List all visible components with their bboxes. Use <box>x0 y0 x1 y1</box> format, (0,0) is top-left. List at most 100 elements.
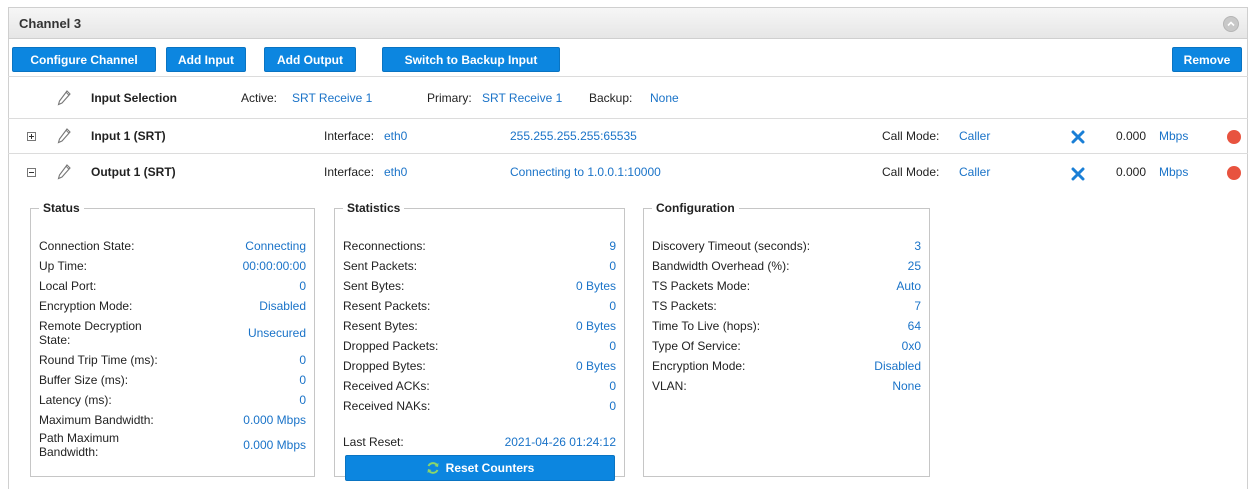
output-rate: 0.000 <box>1116 165 1147 179</box>
statistics-key: Sent Bytes: <box>343 279 405 293</box>
add-output-button[interactable]: Add Output <box>264 47 356 72</box>
output-interface-label: Interface: <box>324 165 375 179</box>
status-dot-icon <box>1227 130 1241 144</box>
output-interface-value[interactable]: eth0 <box>384 165 407 179</box>
configuration-legend: Configuration <box>656 201 735 215</box>
input-address[interactable]: 255.255.255.255:65535 <box>510 129 637 143</box>
x-icon[interactable] <box>1071 167 1085 181</box>
status-legend: Status <box>43 201 80 215</box>
status-value: Connecting <box>245 239 306 253</box>
configuration-value: Disabled <box>874 359 921 373</box>
backup-value[interactable]: None <box>650 91 679 105</box>
input-call-mode-label: Call Mode: <box>882 129 940 143</box>
remove-channel-button[interactable]: Remove <box>1172 47 1242 72</box>
configuration-key: Discovery Timeout (seconds): <box>652 239 811 253</box>
statistics-key: Dropped Bytes: <box>343 359 426 373</box>
output-name: Output 1 (SRT) <box>91 165 176 179</box>
configuration-value: 7 <box>914 299 921 313</box>
x-icon[interactable] <box>1071 130 1085 144</box>
statistics-key: Dropped Packets: <box>343 339 439 353</box>
configuration-key: Type Of Service: <box>652 339 741 353</box>
refresh-icon <box>427 462 439 474</box>
plus-box-icon[interactable] <box>27 132 36 141</box>
channel-header: Channel 3 <box>8 7 1248 39</box>
pencil-icon[interactable] <box>57 90 71 106</box>
configuration-group: Configuration Discovery Timeout (seconds… <box>643 201 930 477</box>
status-value: 00:00:00:00 <box>242 259 306 273</box>
statistics-key: Received NAKs: <box>343 399 431 413</box>
status-value: Disabled <box>259 299 306 313</box>
input-rate: 0.000 <box>1116 129 1147 143</box>
output-call-mode-value[interactable]: Caller <box>959 165 990 179</box>
input-row: Input 1 (SRT) Interface: eth0 255.255.25… <box>8 119 1248 154</box>
add-input-button[interactable]: Add Input <box>166 47 246 72</box>
input-call-mode-value[interactable]: Caller <box>959 129 990 143</box>
configuration-value: None <box>892 379 921 393</box>
statistics-key: Resent Packets: <box>343 299 431 313</box>
statistics-value: 0 Bytes <box>575 319 616 333</box>
statistics-key: Sent Packets: <box>343 259 418 273</box>
reset-counters-label: Reset Counters <box>445 461 535 475</box>
statistics-value: 0 <box>609 399 616 413</box>
status-key: Path Maximum Bandwidth: <box>39 431 120 459</box>
statistics-value: 0 <box>609 299 616 313</box>
configuration-key: Encryption Mode: <box>652 359 746 373</box>
primary-value[interactable]: SRT Receive 1 <box>482 91 562 105</box>
input-interface-label: Interface: <box>324 129 375 143</box>
configuration-value: 3 <box>914 239 921 253</box>
chevron-up-icon[interactable] <box>1223 16 1239 32</box>
statistics-value: 0 Bytes <box>575 279 616 293</box>
statistics-legend: Statistics <box>347 201 401 215</box>
configuration-key: TS Packets Mode: <box>652 279 751 293</box>
output-row: Output 1 (SRT) Interface: eth0 Connectin… <box>8 154 1248 191</box>
input-selection-row: Input Selection Active: SRT Receive 1 Pr… <box>8 77 1248 119</box>
switch-backup-input-button[interactable]: Switch to Backup Input <box>382 47 560 72</box>
status-key: Maximum Bandwidth: <box>39 413 154 427</box>
status-key: Up Time: <box>39 259 88 273</box>
configuration-key: TS Packets: <box>652 299 717 313</box>
input-name: Input 1 (SRT) <box>91 129 166 143</box>
statistics-value: 0 <box>609 339 616 353</box>
configuration-value: 25 <box>907 259 921 273</box>
input-rate-unit: Mbps <box>1159 129 1189 143</box>
configuration-key: Bandwidth Overhead (%): <box>652 259 790 273</box>
active-value[interactable]: SRT Receive 1 <box>292 91 372 105</box>
statistics-value: 0 <box>609 259 616 273</box>
status-value: Unsecured <box>247 326 306 340</box>
statistics-key: Reconnections: <box>343 239 426 253</box>
status-value: 0.000 Mbps <box>243 438 306 452</box>
configuration-value: 0x0 <box>901 339 921 353</box>
statistics-key: Received ACKs: <box>343 379 430 393</box>
status-value: 0 <box>299 393 306 407</box>
statistics-group: Statistics Reconnections: 9 Sent Packets:… <box>334 201 625 481</box>
minus-box-icon[interactable] <box>27 168 36 177</box>
configuration-key: Time To Live (hops): <box>652 319 761 333</box>
reset-counters-button[interactable]: Reset Counters <box>345 455 615 481</box>
status-group: Status Connection State: Connecting Up Ti… <box>30 201 315 477</box>
active-label: Active: <box>241 91 278 105</box>
pencil-icon[interactable] <box>57 128 71 144</box>
status-value: 0 <box>299 353 306 367</box>
output-address[interactable]: Connecting to 1.0.0.1:10000 <box>510 165 661 179</box>
status-key: Buffer Size (ms): <box>39 373 129 387</box>
channel-title: Channel 3 <box>19 16 82 31</box>
pencil-icon[interactable] <box>57 164 71 180</box>
status-key: Round Trip Time (ms): <box>39 353 158 367</box>
status-key: Latency (ms): <box>39 393 112 407</box>
input-interface-value[interactable]: eth0 <box>384 129 407 143</box>
statistics-value: 0 <box>609 379 616 393</box>
status-value: 0.000 Mbps <box>243 413 306 427</box>
output-rate-unit: Mbps <box>1159 165 1189 179</box>
configuration-key: VLAN: <box>652 379 687 393</box>
backup-label: Backup: <box>589 91 633 105</box>
statistics-value: 0 Bytes <box>575 359 616 373</box>
status-key: Encryption Mode: <box>39 299 133 313</box>
input-selection-label: Input Selection <box>91 91 178 105</box>
status-key: Local Port: <box>39 279 97 293</box>
channel-toolbar: Configure Channel Add Input Add Output S… <box>8 39 1248 77</box>
last-reset-value: 2021-04-26 01:24:12 <box>504 435 616 449</box>
last-reset-label: Last Reset: <box>343 435 404 449</box>
configure-channel-button[interactable]: Configure Channel <box>12 47 156 72</box>
status-value: 0 <box>299 279 306 293</box>
output-call-mode-label: Call Mode: <box>882 165 940 179</box>
